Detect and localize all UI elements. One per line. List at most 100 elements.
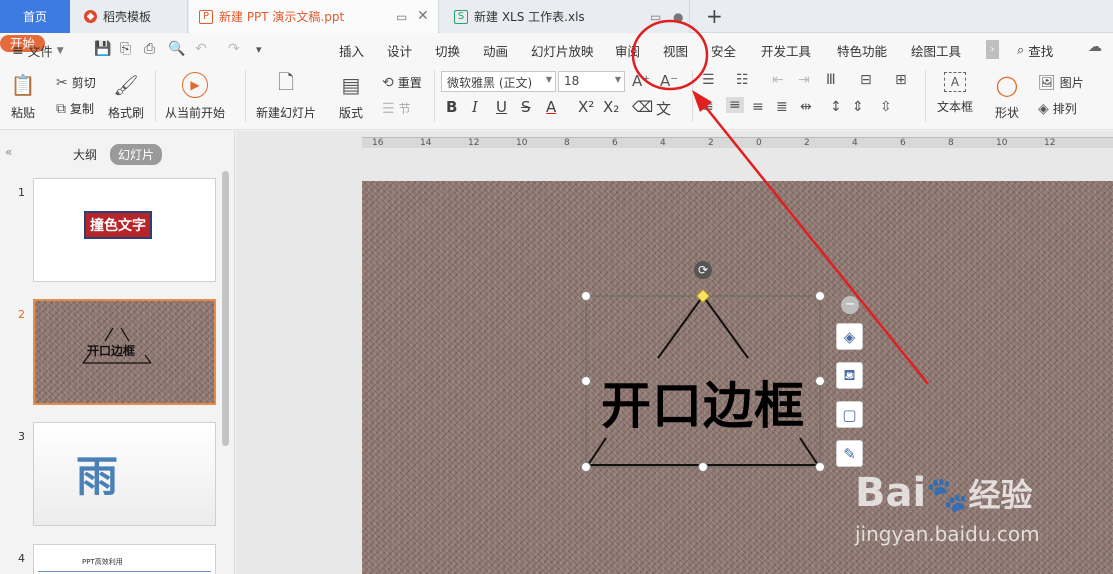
tab-xls-document[interactable]: S 新建 XLS 工作表.xls ▭ ● (440, 0, 690, 33)
format-painter-button[interactable]: 🖌 格式刷 (108, 72, 144, 121)
menu-insert[interactable]: 插入 (339, 41, 364, 60)
resize-handle-w[interactable] (581, 376, 591, 386)
fill-bucket-icon[interactable]: ⛾ (836, 362, 863, 389)
save-icon[interactable]: 💾 (94, 41, 111, 57)
resize-handle-se[interactable] (815, 462, 825, 472)
shape-button[interactable]: ◯ 形状 (994, 72, 1020, 121)
distribute-icon[interactable]: ⇹ (800, 99, 812, 115)
outline-frame-icon[interactable]: ▢ (836, 401, 863, 428)
arrange-button[interactable]: ◈ 排列 (1038, 100, 1077, 117)
decrease-indent-icon[interactable]: ⇤ (772, 72, 784, 88)
numbered-list-icon[interactable]: ☷ (736, 72, 749, 88)
align-center-icon[interactable]: ≡ (726, 97, 744, 113)
brush-icon: 🖌 (113, 73, 139, 97)
paste-label: 粘贴 (10, 106, 35, 120)
slide-thumbnail-4[interactable]: PPT高效利用 (33, 544, 216, 574)
layers-icon[interactable]: ◈ (836, 323, 863, 350)
line-spacing-icon[interactable]: ↕ (830, 99, 842, 115)
increase-indent-icon[interactable]: ⇥ (798, 72, 810, 88)
print-preview-icon[interactable]: 🔍 (168, 41, 185, 57)
new-tab-button[interactable]: + (706, 4, 723, 28)
slide-thumbnail-1[interactable]: 撞色文字 (33, 178, 216, 282)
decrease-font-icon[interactable]: A⁻ (660, 72, 678, 90)
text-direction-icon[interactable]: Ⅲ (826, 72, 836, 88)
close-tab-icon[interactable]: ✕ (417, 8, 429, 24)
cut-button[interactable]: ✂ 剪切 (56, 74, 96, 91)
strikethrough-icon[interactable]: S (521, 98, 531, 116)
textbox-button[interactable]: A 文本框 (937, 72, 973, 115)
italic-icon[interactable]: I (472, 98, 478, 116)
column-icon[interactable]: ⊞ (895, 72, 907, 88)
new-slide-button[interactable]: 🗋 新建幻灯片 (256, 70, 316, 121)
picture-icon: 🖼 (1038, 74, 1056, 91)
ppt-file-icon: P (199, 9, 213, 24)
undo-icon[interactable]: ↶ (195, 41, 207, 57)
pen-edit-icon[interactable]: ✎ (836, 440, 863, 467)
export-pdf-icon[interactable]: ⎘ (120, 41, 131, 57)
menu-slideshow[interactable]: 幻灯片放映 (531, 41, 594, 60)
resize-handle-ne[interactable] (815, 291, 825, 301)
play-from-current-button[interactable]: ▶ 从当前开始 (165, 72, 225, 121)
bold-icon[interactable]: B (446, 98, 457, 116)
menu-animation[interactable]: 动画 (483, 41, 508, 60)
resize-handle-e[interactable] (815, 376, 825, 386)
align-left-icon[interactable]: ≡ (702, 99, 714, 115)
menu-design[interactable]: 设计 (387, 41, 412, 60)
resize-handle-nw[interactable] (581, 291, 591, 301)
section-button[interactable]: ☰ 节 (382, 100, 411, 117)
menu-developer[interactable]: 开发工具 (761, 41, 811, 60)
slide-thumbnail-2[interactable]: 开口边框 (33, 299, 216, 405)
slide-title-text[interactable]: 开口边框 (586, 366, 820, 438)
tab-templates[interactable]: ◆ 稻壳模板 (70, 0, 188, 33)
ribbon-separator (434, 70, 435, 122)
bullet-list-icon[interactable]: ☰ (702, 72, 715, 88)
rotate-handle-icon[interactable]: ⟳ (694, 261, 712, 279)
menu-drawing-tools[interactable]: 绘图工具 (911, 41, 961, 60)
justify-icon[interactable]: ≣ (776, 99, 788, 115)
panel-scrollbar[interactable] (222, 171, 229, 446)
redo-icon[interactable]: ↷ (228, 41, 240, 57)
reset-button[interactable]: ⟲ 重置 (382, 74, 422, 91)
menu-review[interactable]: 审阅 (615, 41, 640, 60)
font-family-select[interactable]: 微软雅黑 (正文) ▼ (441, 71, 556, 92)
menu-view[interactable]: 视图 (663, 41, 688, 60)
clear-format-icon[interactable]: ⌫ (632, 98, 653, 116)
align-text-icon[interactable]: ⊟ (860, 72, 872, 88)
file-menu[interactable]: ≡ 文件 ▼ (12, 41, 64, 60)
tab-home[interactable]: 首页 (0, 0, 70, 33)
ribbon-separator (245, 70, 246, 122)
resize-handle-sw[interactable] (581, 462, 591, 472)
menu-security[interactable]: 安全 (711, 41, 736, 60)
font-color-icon[interactable]: A (546, 98, 556, 116)
underline-icon[interactable]: U (496, 98, 507, 116)
cloud-icon[interactable]: ☁ (1088, 39, 1102, 55)
paragraph-spacing-after-icon[interactable]: ⇳ (880, 99, 892, 115)
menu-transition[interactable]: 切换 (435, 41, 460, 60)
paste-button[interactable]: 📋 粘贴 (10, 72, 36, 121)
phonetic-guide-icon[interactable]: 文 (656, 98, 671, 119)
align-right-icon[interactable]: ≡ (752, 99, 764, 115)
collapse-panel-icon[interactable]: « (5, 145, 12, 159)
menu-scroll-right-button[interactable]: › (986, 40, 999, 59)
tab-outline[interactable]: 大纲 (73, 146, 97, 163)
search-button[interactable]: ⌕ 查找 (1017, 41, 1053, 60)
horizontal-ruler[interactable]: 16 14 12 10 8 6 4 2 0 2 4 6 8 10 12 (362, 137, 1113, 148)
increase-font-icon[interactable]: A⁺ (632, 72, 650, 90)
subscript-icon[interactable]: X₂ (603, 98, 619, 116)
customize-toolbar-icon[interactable]: ▾ (256, 43, 262, 56)
superscript-icon[interactable]: X² (578, 98, 594, 116)
picture-button[interactable]: 🖼 图片 (1038, 74, 1084, 91)
monitor-icon[interactable]: ▭ (650, 10, 661, 24)
resize-handle-s[interactable] (698, 462, 708, 472)
font-size-select[interactable]: 18 ▼ (558, 71, 625, 92)
tab-slides[interactable]: 幻灯片 (110, 144, 163, 165)
menu-features[interactable]: 特色功能 (837, 41, 887, 60)
monitor-icon[interactable]: ▭ (396, 10, 407, 24)
tab-ppt-document[interactable]: P 新建 PPT 演示文稿.ppt ▭ ✕ (189, 0, 439, 33)
copy-button[interactable]: ⧉ 复制 (56, 100, 94, 117)
slide-thumbnail-3[interactable]: 雨 (33, 422, 216, 526)
print-icon[interactable]: ⎙ (144, 41, 155, 57)
paragraph-spacing-icon[interactable]: ⇕ (852, 99, 864, 115)
layout-button[interactable]: ▤ 版式 (338, 72, 364, 121)
collapse-float-icon[interactable]: − (841, 296, 859, 314)
